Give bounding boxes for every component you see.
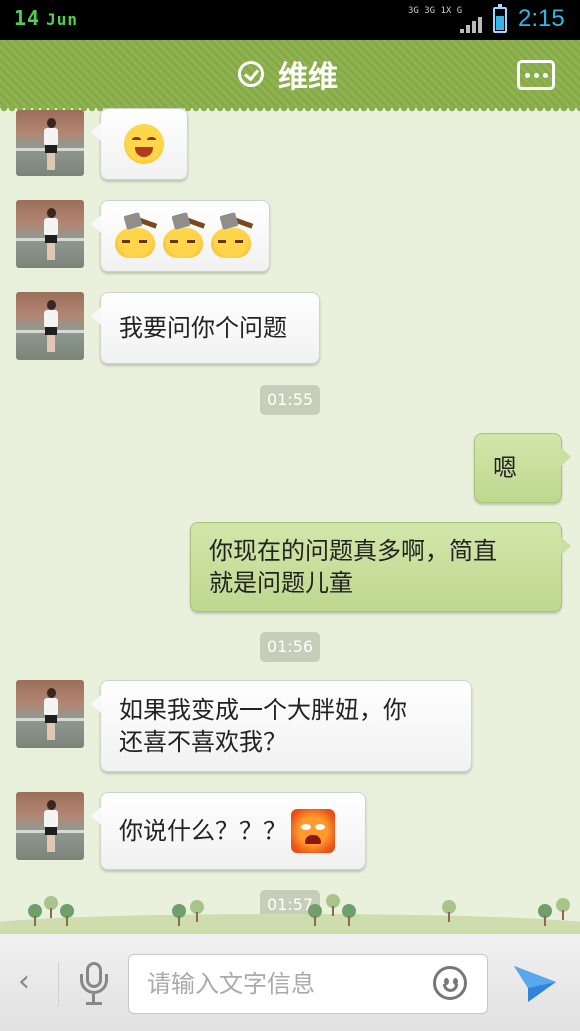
chat-area[interactable]: 我要问你个问题 01:55 嗯 你现在的问题真多啊，简直 就是问题儿童 01:5… — [0, 108, 580, 933]
message-bubble-outgoing[interactable]: 你现在的问题真多啊，简直 就是问题儿童 — [190, 522, 571, 612]
message-bubble-outgoing[interactable]: 嗯 — [474, 433, 571, 503]
contact-avatar[interactable] — [16, 200, 84, 268]
message-bubble-incoming[interactable] — [91, 200, 270, 272]
divider — [58, 962, 59, 1006]
message-text-line: 就是问题儿童 — [209, 569, 353, 597]
status-day: 14 — [14, 6, 41, 30]
hammer-emoji-icon — [211, 212, 254, 258]
status-month: Jun — [46, 10, 78, 29]
more-dot-icon — [533, 72, 539, 78]
angry-emoji-icon — [291, 809, 335, 853]
status-time: 2:15 — [518, 5, 565, 32]
chat-header: 维维 — [0, 40, 580, 114]
laugh-emoji-icon — [124, 124, 164, 164]
chevron-left-icon[interactable]: ‹ — [18, 964, 40, 1000]
hammer-emoji-icon — [163, 212, 206, 258]
network-indicator: 3G 3G 1X G — [408, 7, 484, 33]
more-dot-icon — [524, 72, 530, 78]
contact-avatar[interactable] — [16, 792, 84, 860]
more-options-button[interactable] — [517, 60, 555, 90]
message-bubble-incoming[interactable]: 如果我变成一个大胖妞，你 还喜不喜欢我？ — [91, 680, 472, 772]
message-text-line: 还喜不喜欢我？ — [119, 728, 287, 756]
network-label: 3G 3G 1X G — [408, 6, 463, 16]
message-bubble-incoming[interactable]: 你说什么？？？ — [91, 792, 366, 870]
microphone-icon[interactable] — [78, 962, 110, 1006]
message-text-line: 你现在的问题真多啊，简直 — [209, 537, 497, 565]
more-dot-icon — [542, 72, 548, 78]
message-timestamp: 01:56 — [260, 632, 320, 662]
message-text-line: 如果我变成一个大胖妞，你 — [119, 696, 407, 724]
message-text: 你说什么？？？ — [119, 817, 287, 845]
check-circle-icon — [238, 61, 264, 87]
contact-avatar[interactable] — [16, 292, 84, 360]
message-timestamp: 01:55 — [260, 385, 320, 415]
status-date: 14 Jun — [14, 6, 78, 30]
battery-icon — [493, 4, 507, 33]
message-bubble-incoming[interactable]: 我要问你个问题 — [91, 292, 320, 364]
signal-icon — [460, 17, 484, 33]
smiley-icon[interactable] — [433, 966, 467, 1000]
message-text: 我要问你个问题 — [119, 314, 287, 342]
message-text: 嗯 — [493, 454, 517, 482]
status-bar: 14 Jun 3G 3G 1X G 2:15 — [0, 0, 580, 40]
send-icon[interactable] — [512, 962, 558, 1004]
input-bar: ‹ 请输入文字信息 — [0, 933, 580, 1031]
message-bubble-incoming[interactable] — [91, 108, 188, 180]
chat-title: 维维 — [278, 60, 338, 95]
ground-decoration — [0, 888, 580, 954]
contact-avatar[interactable] — [16, 110, 84, 176]
contact-avatar[interactable] — [16, 680, 84, 748]
hammer-emoji-icon — [115, 212, 158, 258]
header-title-group: 维维 — [238, 54, 338, 95]
